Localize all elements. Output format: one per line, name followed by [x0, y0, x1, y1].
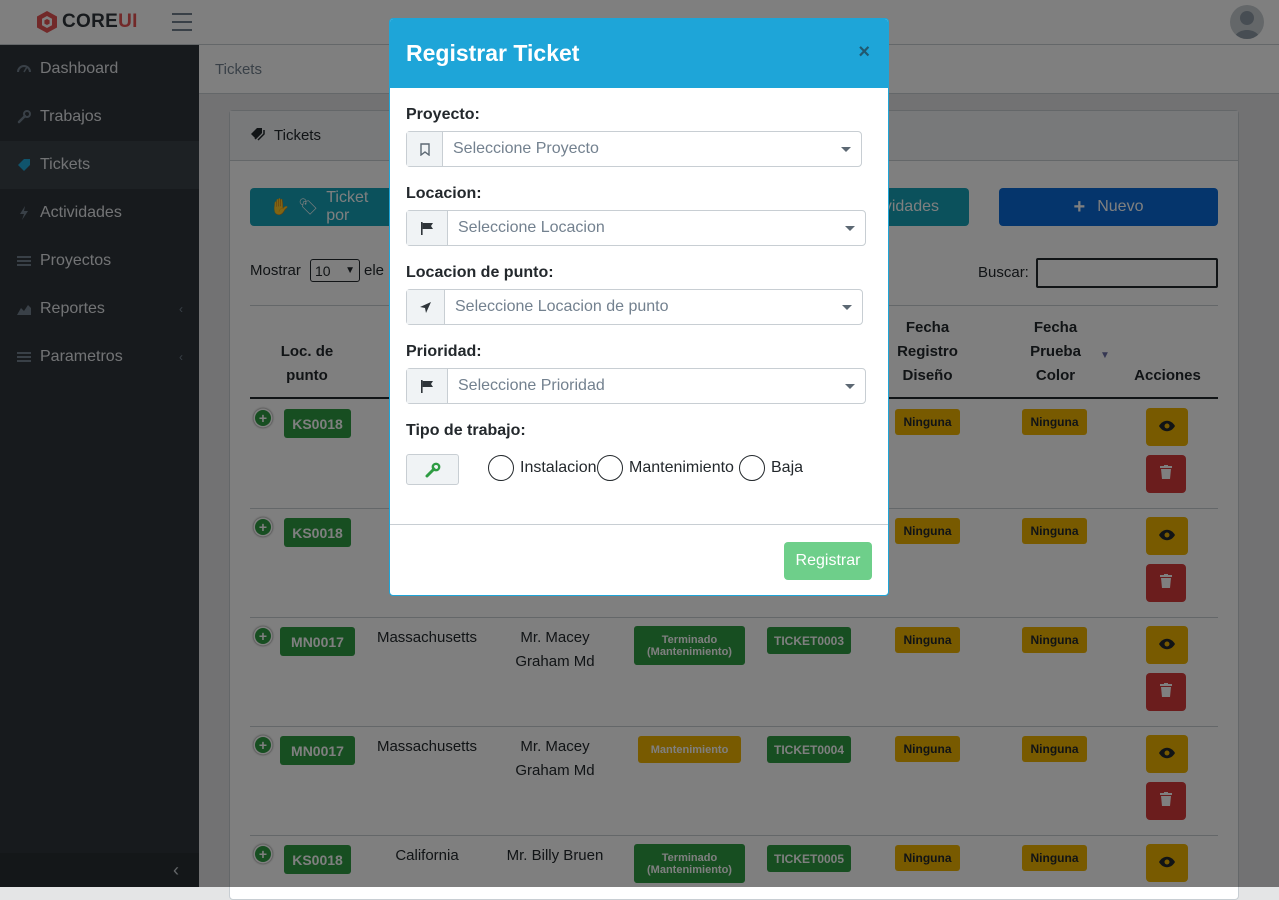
chevron-down-icon: [832, 290, 862, 324]
locacion-punto-label: Locacion de punto:: [406, 264, 554, 281]
close-icon[interactable]: ×: [858, 41, 870, 64]
chevron-down-icon: [835, 369, 865, 403]
modal-footer: Registrar: [390, 524, 888, 595]
proyecto-select[interactable]: Seleccione Proyecto: [406, 131, 862, 167]
prioridad-label: Prioridad:: [406, 343, 482, 360]
wrench-icon: [406, 454, 459, 485]
radio-mantenimiento[interactable]: Mantenimiento: [597, 455, 734, 481]
locacion-select[interactable]: Seleccione Locacion: [406, 210, 866, 246]
bookmark-icon: [407, 132, 443, 166]
modal-title: Registrar Ticket: [406, 40, 580, 66]
chevron-down-icon: [835, 211, 865, 245]
registrar-button[interactable]: Registrar: [784, 542, 872, 580]
locacion-label: Locacion:: [406, 185, 482, 202]
registrar-ticket-modal: Registrar Ticket × Proyecto: Seleccione …: [389, 18, 889, 596]
radio-baja[interactable]: Baja: [739, 455, 803, 481]
flag-icon: [407, 211, 448, 245]
modal-header: Registrar Ticket ×: [390, 19, 888, 88]
location-arrow-icon: [407, 290, 445, 324]
proyecto-label: Proyecto:: [406, 106, 480, 123]
radio-instalacion[interactable]: Instalacion: [488, 455, 597, 481]
flag-icon: [407, 369, 448, 403]
chevron-down-icon: [831, 132, 861, 166]
locacion-punto-select[interactable]: Seleccione Locacion de punto: [406, 289, 863, 325]
prioridad-select[interactable]: Seleccione Prioridad: [406, 368, 866, 404]
tipo-trabajo-label: Tipo de trabajo:: [406, 422, 526, 439]
